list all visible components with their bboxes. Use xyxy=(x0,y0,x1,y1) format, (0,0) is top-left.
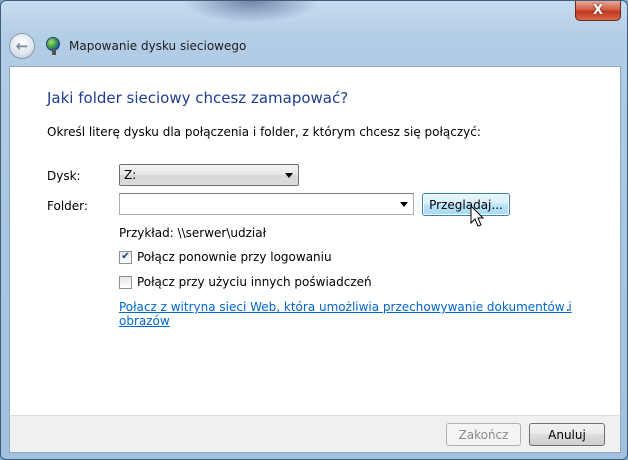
folder-input[interactable] xyxy=(120,194,390,214)
chevron-down-icon[interactable] xyxy=(400,202,408,207)
folder-label: Folder: xyxy=(47,199,88,213)
cancel-button[interactable]: Anuluj xyxy=(529,423,605,446)
browse-button[interactable]: Przeglądaj... xyxy=(422,193,510,216)
back-button[interactable]: ← xyxy=(9,33,35,59)
background-glimpse xyxy=(181,1,321,23)
chevron-down-icon xyxy=(285,173,293,178)
close-icon: X xyxy=(592,3,604,18)
other-credentials-option[interactable]: Połącz przy użyciu innych poświadczeń xyxy=(119,275,372,289)
finish-button[interactable]: Zakończ xyxy=(446,423,521,446)
other-credentials-checkbox[interactable] xyxy=(119,275,132,289)
button-bar: Zakończ Anuluj xyxy=(9,415,621,453)
title-row: ← Mapowanie dysku sieciowego xyxy=(9,31,619,61)
reconnect-option[interactable]: ✔ Połącz ponownie przy logowaniu xyxy=(119,250,332,264)
checkmark-icon: ✔ xyxy=(121,251,130,262)
reconnect-label: Połącz ponownie przy logowaniu xyxy=(137,250,332,264)
drive-select-value: Z: xyxy=(124,168,137,182)
window-title: Mapowanie dysku sieciowego xyxy=(69,39,247,53)
drive-select[interactable]: Z: xyxy=(119,164,299,186)
network-drive-icon xyxy=(45,37,63,55)
link-suffix: . xyxy=(566,300,570,314)
window-frame: X ← Mapowanie dysku sieciowego Jaki fold… xyxy=(0,0,628,460)
example-text: Przykład: \\serwer\udział xyxy=(119,226,266,240)
drive-label: Dysk: xyxy=(47,169,81,183)
folder-combobox[interactable] xyxy=(119,193,414,215)
close-button[interactable]: X xyxy=(575,1,621,21)
back-arrow-icon: ← xyxy=(15,37,29,55)
instruction-text: Określ literę dysku dla połączenia i fol… xyxy=(47,125,481,139)
page-title: Jaki folder sieciowy chcesz zamapować? xyxy=(47,89,349,107)
web-site-link[interactable]: Połacz z witryna sieci Web, która umożli… xyxy=(119,300,620,328)
other-credentials-label: Połącz przy użyciu innych poświadczeń xyxy=(137,275,372,289)
reconnect-checkbox[interactable]: ✔ xyxy=(119,250,132,264)
wizard-content: Jaki folder sieciowy chcesz zamapować? O… xyxy=(9,66,621,415)
